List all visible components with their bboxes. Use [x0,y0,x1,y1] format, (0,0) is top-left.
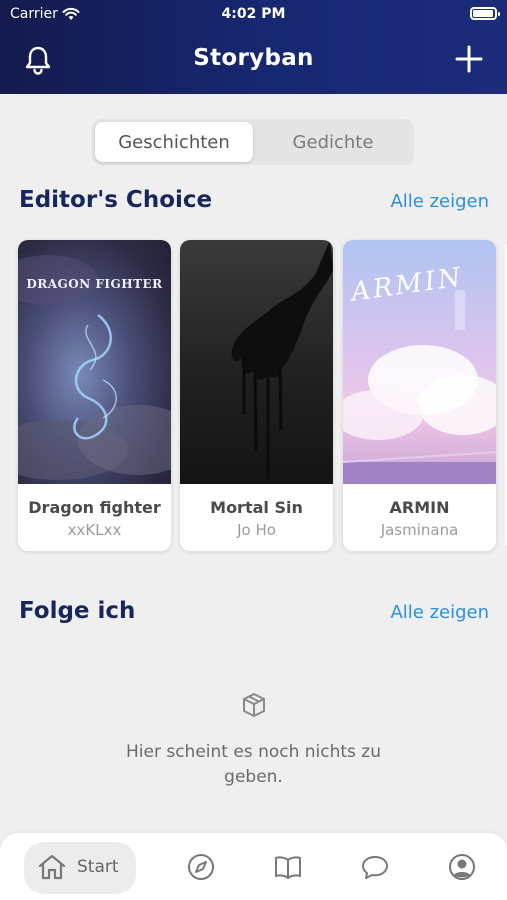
battery-icon [470,7,500,20]
editors-choice-title: Editor's Choice [19,187,213,213]
status-time: 4:02 PM [221,6,286,22]
book-title: ARMIN [389,498,450,517]
plus-icon[interactable] [455,45,483,73]
book-cover-armin: ARMIN [343,240,496,484]
segment-gedichte[interactable]: Gedichte [254,122,412,162]
dragon-fighter-cover-text: DRAGON FIGHTER [26,277,163,291]
book-cover-mortal-sin [180,240,333,484]
book-title: Dragon fighter [28,498,161,517]
book-author: Jasminana [380,521,459,539]
book-author: xxKLxx [67,521,122,539]
compass-icon[interactable] [186,852,216,882]
book-cover-dragon-fighter: DRAGON FIGHTER [18,240,171,484]
book-card-dragon-fighter[interactable]: DRAGON FIGHTER Dragon fighter xxKLxx [18,240,171,551]
following-see-all-link[interactable]: Alle zeigen [390,602,489,623]
status-bar: Carrier 4:02 PM [0,0,507,28]
top-bar: Carrier 4:02 PM Storyban [0,0,507,94]
home-icon [38,854,66,880]
tab-start-label: Start [77,857,119,877]
book-icon[interactable] [273,852,303,882]
category-segmented-control: Geschichten Gedichte [92,119,414,165]
box-icon [243,693,265,717]
editors-choice-see-all-link[interactable]: Alle zeigen [390,191,489,212]
tab-start[interactable]: Start [24,842,136,894]
book-card-mortal-sin[interactable]: Mortal Sin Jo Ho [180,240,333,551]
app-title: Storyban [193,45,314,71]
book-author: Jo Ho [237,521,276,539]
chat-bubble-icon[interactable] [360,852,390,882]
following-title: Folge ich [19,598,136,624]
segment-geschichten[interactable]: Geschichten [95,122,253,162]
hand-artwork [231,240,333,480]
book-card-armin[interactable]: ARMIN ARMIN Jasminana [343,240,496,551]
book-title: Mortal Sin [210,498,303,517]
bottom-tab-bar: Start [0,833,507,900]
empty-state-text: Hier scheint es noch nichts zu geben. [125,742,382,787]
user-circle-icon[interactable] [447,852,477,882]
